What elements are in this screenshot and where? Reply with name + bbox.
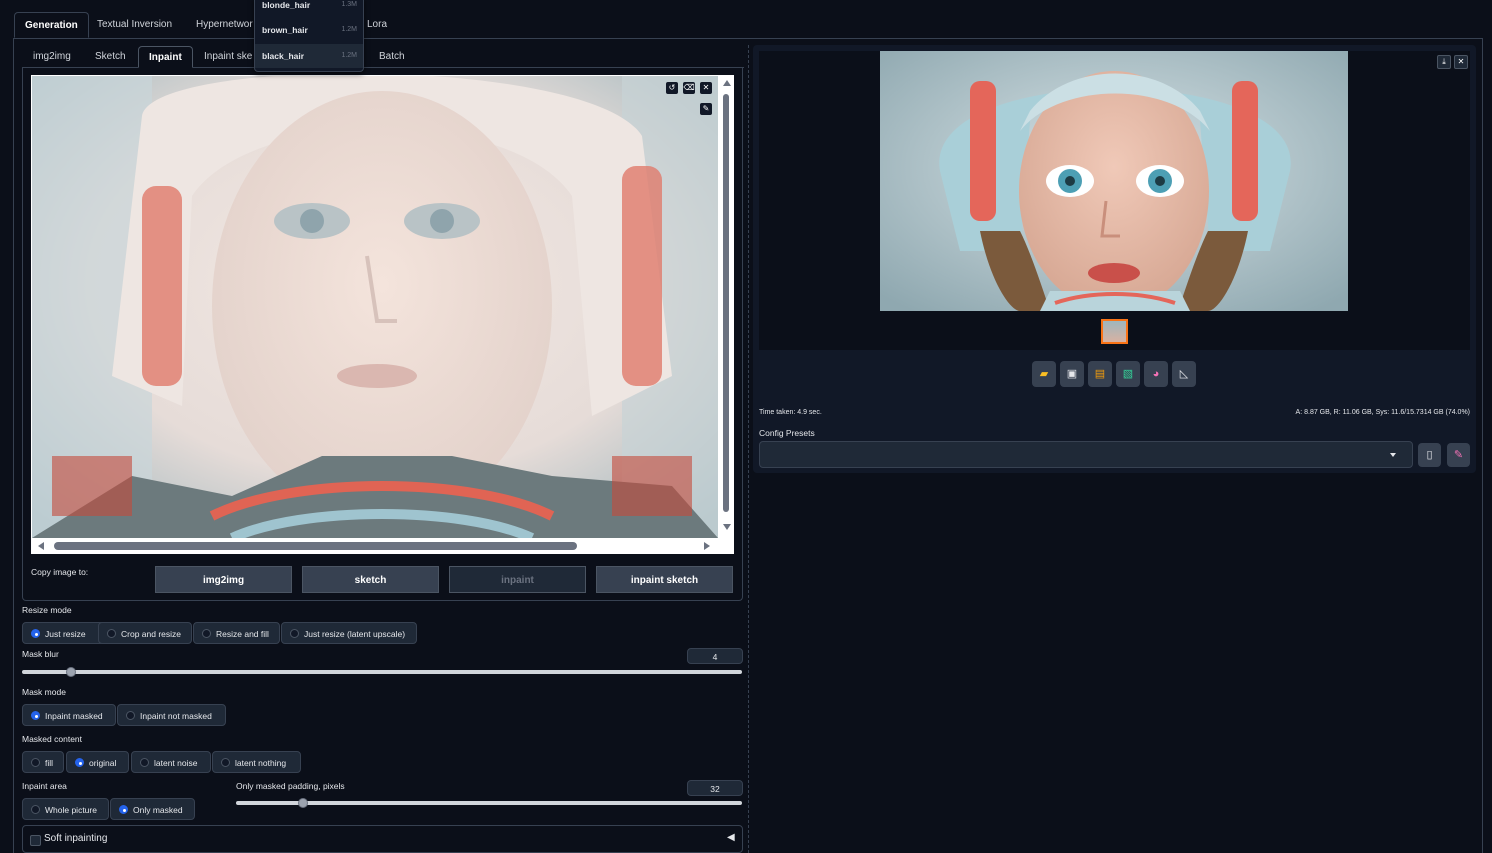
soft-inpainting-accordion[interactable]: Soft inpainting ◀ xyxy=(22,825,743,853)
time-taken: Time taken: 4.9 sec. xyxy=(759,409,822,416)
tab-generation[interactable]: Generation xyxy=(14,12,89,38)
mask-blur-slider-knob[interactable] xyxy=(66,667,76,677)
radio-just-resize[interactable]: Just resize xyxy=(22,622,109,644)
mask-blur-value[interactable]: 4 xyxy=(687,648,743,664)
folder-icon[interactable]: ▰ xyxy=(1032,361,1056,387)
radio-resize-and-fill[interactable]: Resize and fill xyxy=(193,622,280,644)
brush-edit-icon[interactable]: ✎ xyxy=(1447,443,1470,467)
inpaint-source-image[interactable] xyxy=(32,76,718,538)
vram-usage: A: 8.87 GB, R: 11.06 GB, Sys: 11.6/15.73… xyxy=(1295,409,1470,416)
close-gallery-icon[interactable]: ✕ xyxy=(1454,55,1468,69)
tab-batch[interactable]: Batch xyxy=(369,46,415,68)
tab-sketch[interactable]: Sketch xyxy=(85,46,136,68)
padding-slider[interactable] xyxy=(236,801,742,805)
column-divider xyxy=(748,45,749,853)
config-presets-select[interactable] xyxy=(759,441,1413,468)
autocomplete-dropdown: blonde_hair 1.3M brown_hair 1.2M black_hai… xyxy=(254,0,364,72)
copy-image-label: Copy image to: xyxy=(31,567,89,577)
canvas-horizontal-scrollbar[interactable] xyxy=(32,539,718,553)
masked-content-label: Masked content xyxy=(22,734,83,744)
radio-latent-upscale[interactable]: Just resize (latent upscale) xyxy=(281,622,417,644)
collapse-arrow-icon[interactable]: ◀ xyxy=(727,832,735,843)
undo-icon[interactable]: ↺ xyxy=(666,82,678,94)
result-image[interactable] xyxy=(880,51,1348,311)
tab-inpaint[interactable]: Inpaint xyxy=(138,46,193,68)
radio-latent-noise[interactable]: latent noise xyxy=(131,751,211,773)
soft-inpainting-checkbox[interactable] xyxy=(30,835,41,846)
vertical-scroll-thumb[interactable] xyxy=(723,94,729,512)
palette-icon[interactable]: ◕ xyxy=(1144,361,1168,387)
ruler-icon[interactable]: ◺ xyxy=(1172,361,1196,387)
copy-to-inpaint-sketch-button[interactable]: inpaint sketch xyxy=(596,566,733,593)
config-presets-label: Config Presets xyxy=(759,428,815,438)
tab-img2img[interactable]: img2img xyxy=(23,46,81,68)
radio-latent-nothing[interactable]: latent nothing xyxy=(212,751,301,773)
zip-icon[interactable]: ▤ xyxy=(1088,361,1112,387)
chevron-down-icon[interactable] xyxy=(1390,453,1396,457)
mask-mode-label: Mask mode xyxy=(22,687,66,697)
copy-to-inpaint-button[interactable]: inpaint xyxy=(449,566,586,593)
resize-mode-label: Resize mode xyxy=(22,605,72,615)
result-thumbnail[interactable] xyxy=(1101,319,1128,344)
tab-inpaint-sketch[interactable]: Inpaint ske xyxy=(194,46,262,68)
padding-value[interactable]: 32 xyxy=(687,780,743,796)
save-icon[interactable]: ▣ xyxy=(1060,361,1084,387)
eraser-icon[interactable]: ⌫ xyxy=(683,82,695,94)
tab-textual-inversion[interactable]: Textual Inversion xyxy=(87,12,182,38)
dropdown-item[interactable]: black_hair 1.2M xyxy=(255,44,363,68)
mask-blur-slider[interactable] xyxy=(22,670,742,674)
canvas-vertical-scrollbar[interactable] xyxy=(720,80,732,537)
radio-only-masked[interactable]: Only masked xyxy=(110,798,195,820)
clipboard-icon[interactable]: ▯ xyxy=(1418,443,1441,467)
radio-fill[interactable]: fill xyxy=(22,751,64,773)
padding-label: Only masked padding, pixels xyxy=(236,781,345,791)
copy-to-img2img-button[interactable]: img2img xyxy=(155,566,292,593)
dropdown-item[interactable]: blonde_hair 1.3M xyxy=(255,0,363,17)
copy-to-sketch-button[interactable]: sketch xyxy=(302,566,439,593)
scroll-down-arrow-icon[interactable] xyxy=(723,524,731,530)
radio-inpaint-not-masked[interactable]: Inpaint not masked xyxy=(117,704,226,726)
mask-blur-label: Mask blur xyxy=(22,649,59,659)
brush-icon[interactable]: ✎ xyxy=(700,103,712,115)
radio-original[interactable]: original xyxy=(66,751,129,773)
horizontal-scroll-thumb[interactable] xyxy=(54,542,577,550)
inpaint-area-label: Inpaint area xyxy=(22,781,67,791)
scroll-right-arrow-icon[interactable] xyxy=(704,542,710,550)
radio-whole-picture[interactable]: Whole picture xyxy=(22,798,109,820)
scroll-up-arrow-icon[interactable] xyxy=(723,80,731,86)
radio-inpaint-masked[interactable]: Inpaint masked xyxy=(22,704,116,726)
dropdown-item[interactable]: brown_hair 1.2M xyxy=(255,18,363,42)
send-to-img2img-icon[interactable]: ▧ xyxy=(1116,361,1140,387)
close-icon[interactable]: ✕ xyxy=(700,82,712,94)
download-icon[interactable]: ⤓ xyxy=(1437,55,1451,69)
soft-inpainting-label: Soft inpainting xyxy=(44,833,108,844)
radio-crop-and-resize[interactable]: Crop and resize xyxy=(98,622,192,644)
tab-hypernetworks[interactable]: Hypernetwor xyxy=(186,12,263,38)
scroll-left-arrow-icon[interactable] xyxy=(38,542,44,550)
padding-slider-knob[interactable] xyxy=(298,798,308,808)
